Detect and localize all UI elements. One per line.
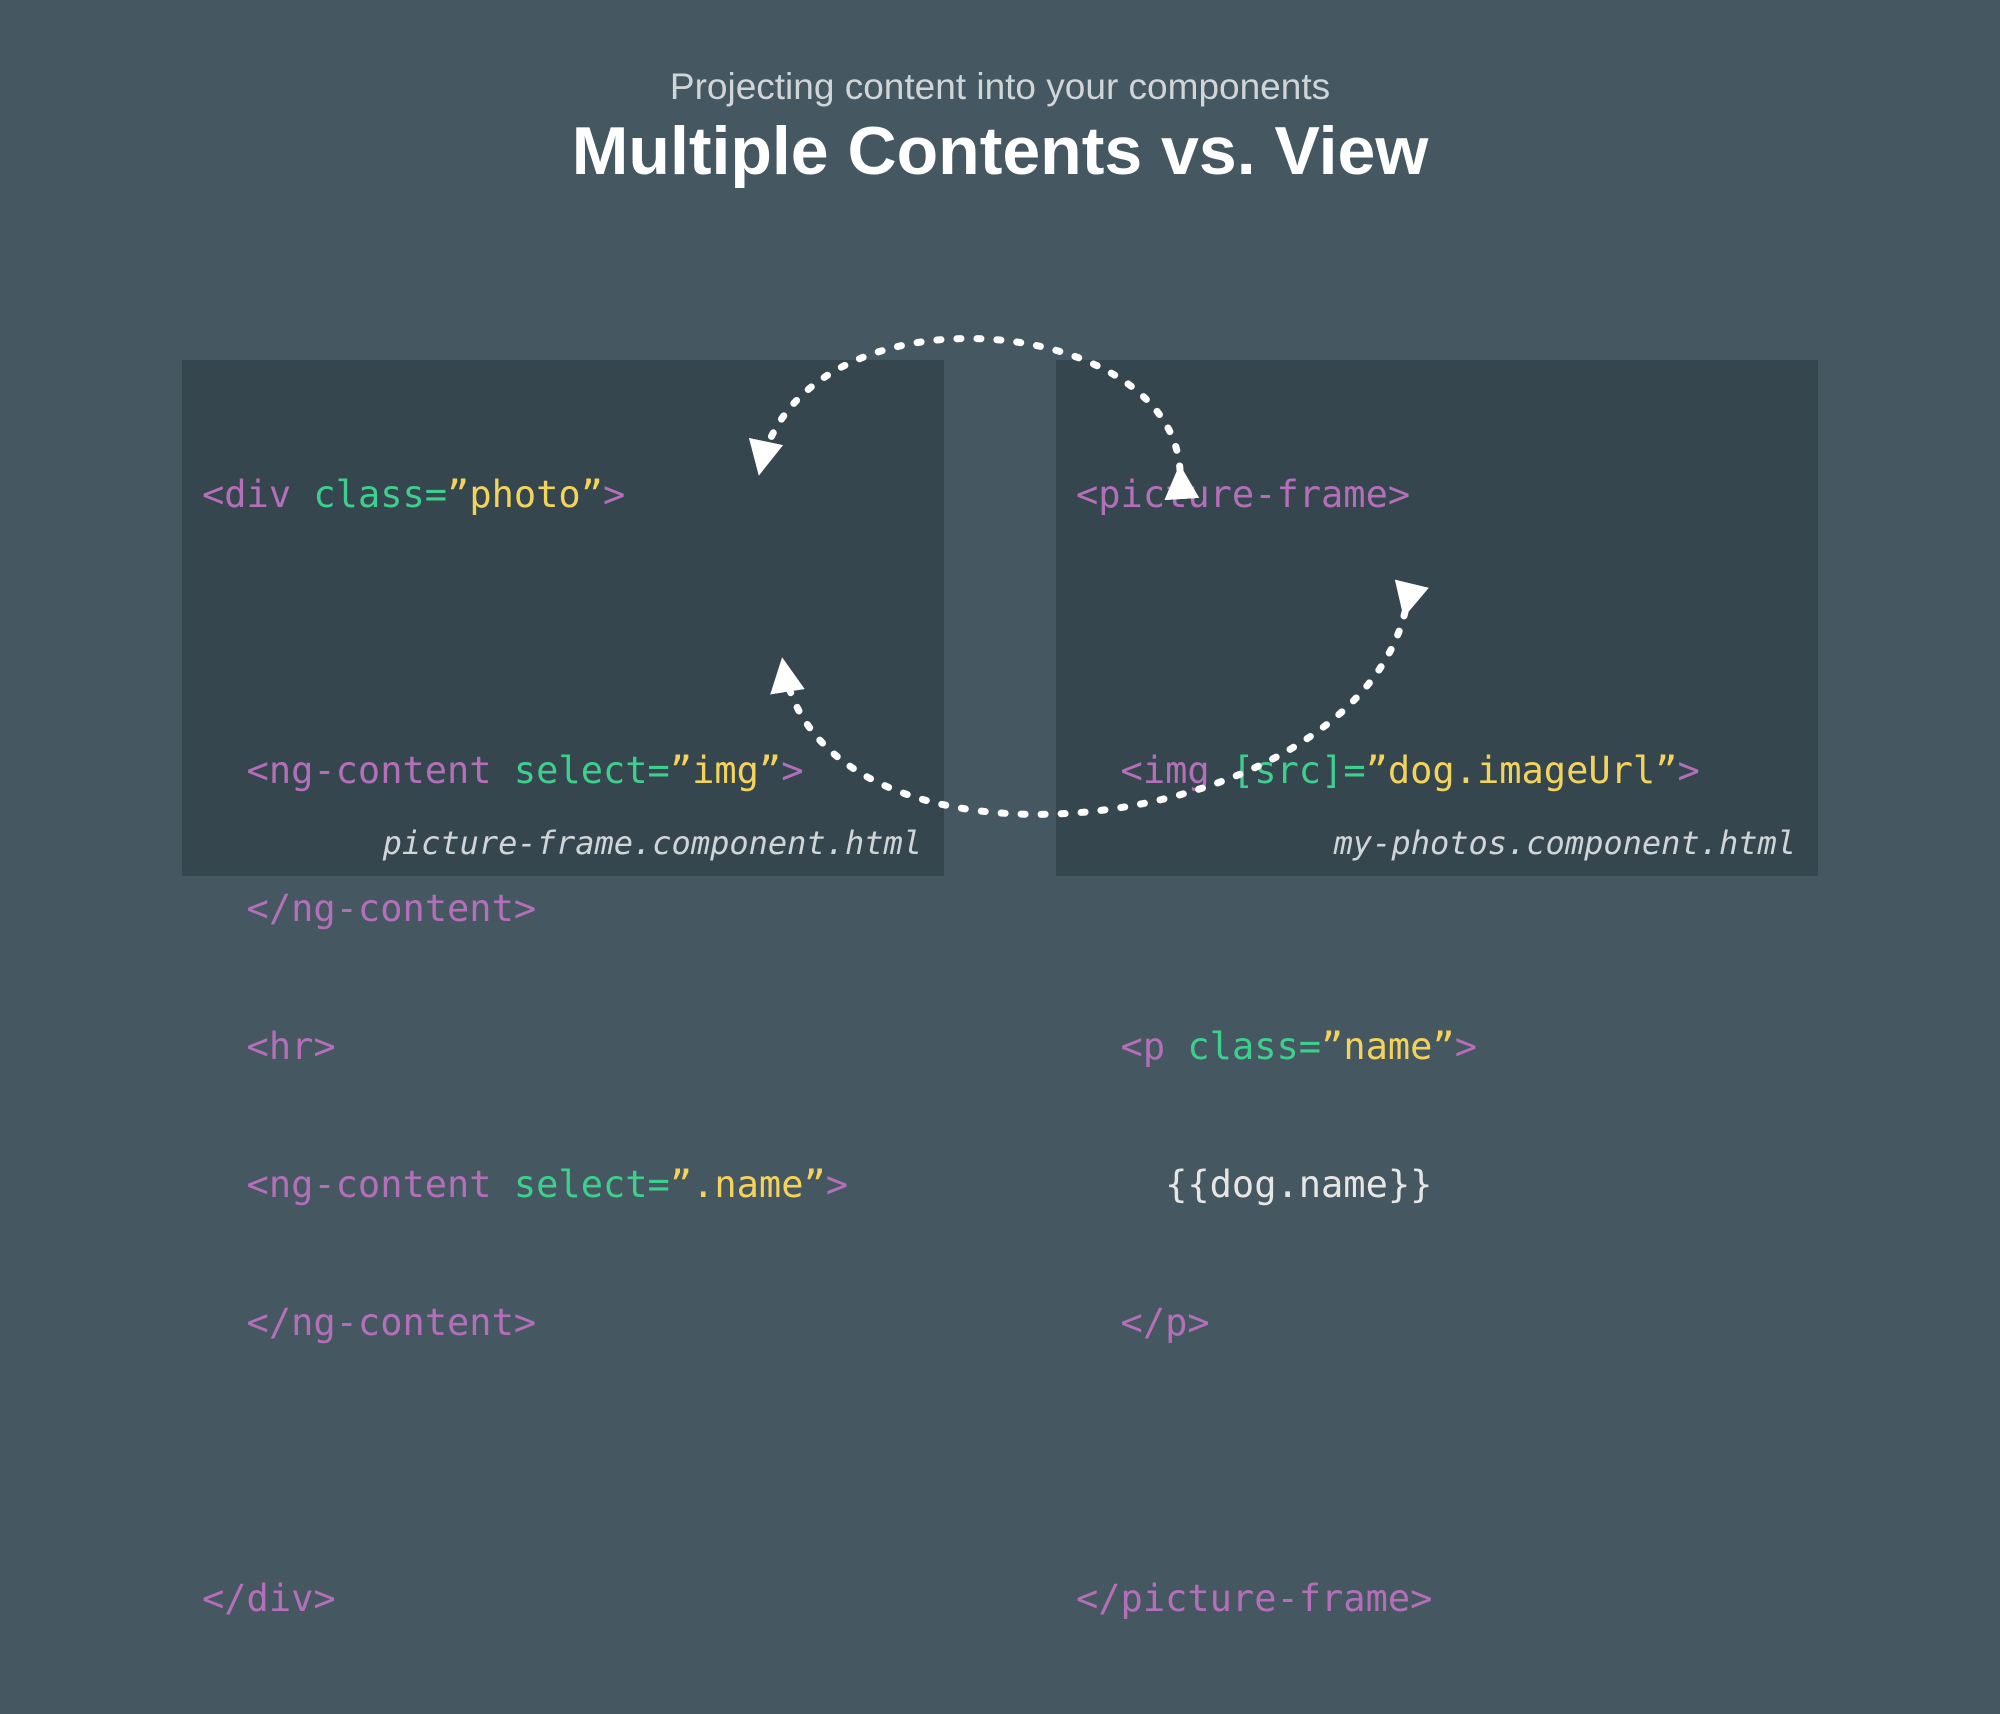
code-line: </ng-content> — [202, 1300, 848, 1346]
code-interpolation: {{dog.name}} — [1076, 1163, 1433, 1206]
code-tag: <ng-content — [202, 1163, 514, 1206]
code-line: <ng-content select=”.name”> — [202, 1162, 848, 1208]
top-arrow-to-img — [748, 335, 1200, 501]
code-tag: </picture-frame> — [1076, 1577, 1433, 1620]
bottom-arrow-to-name — [770, 579, 1429, 818]
projection-arrows — [748, 335, 1429, 818]
code-line: {{dog.name}} — [1076, 1162, 1700, 1208]
code-tag: </ng-content> — [202, 1301, 537, 1344]
code-tag: </div> — [202, 1577, 336, 1620]
code-tag: </p> — [1076, 1301, 1210, 1344]
code-line: </div> — [202, 1576, 848, 1622]
code-attribute: select= — [513, 1163, 670, 1206]
code-string: ”.name” — [669, 1163, 826, 1206]
code-line: </p> — [1076, 1300, 1700, 1346]
code-tag: > — [825, 1163, 849, 1206]
code-line: </picture-frame> — [1076, 1576, 1700, 1622]
